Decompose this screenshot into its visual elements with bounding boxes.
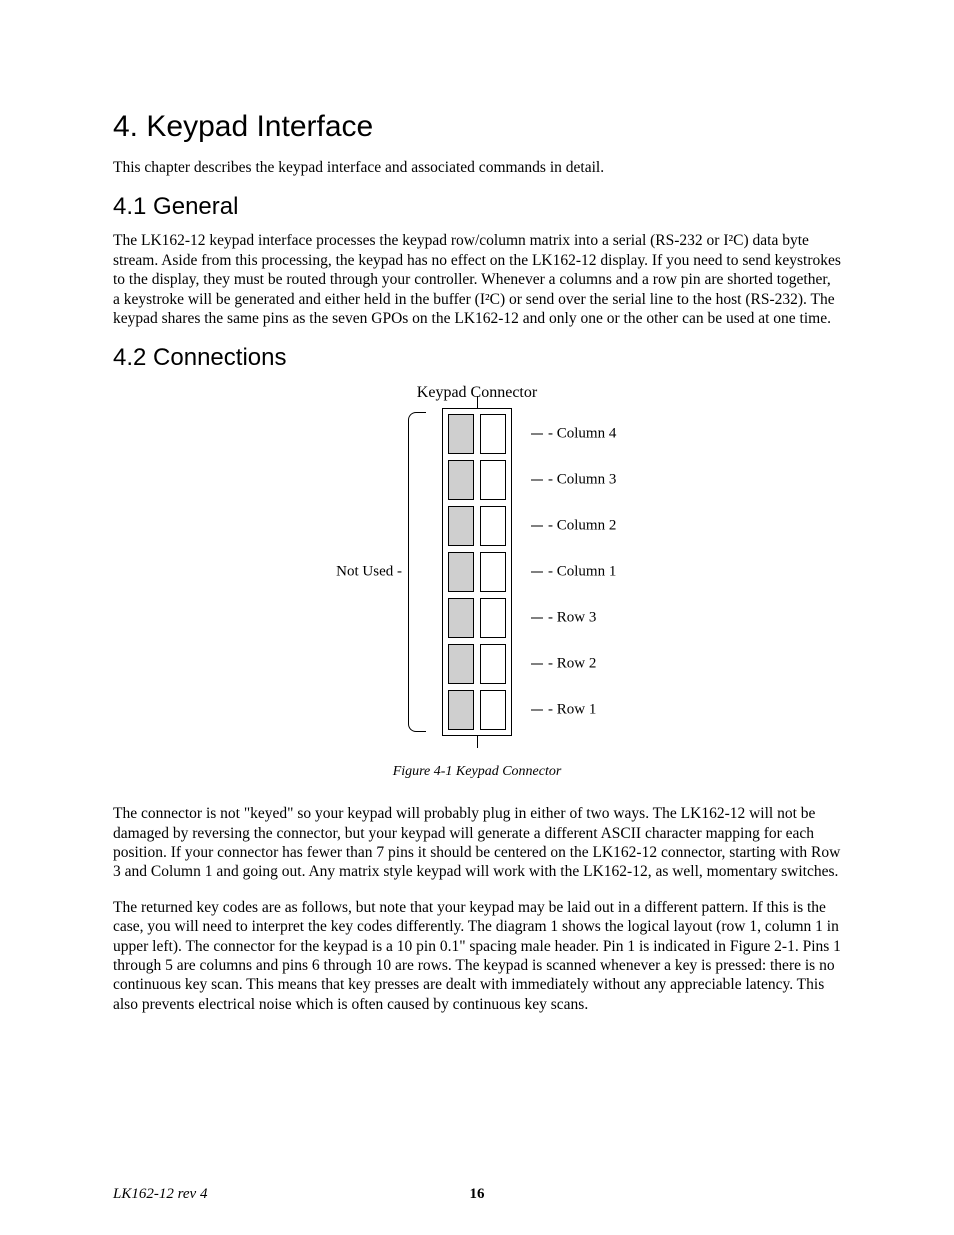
tick-icon — [531, 617, 543, 619]
pin-right — [480, 414, 506, 454]
pin-left — [448, 414, 474, 454]
tick-icon — [531, 479, 543, 481]
pin-left — [448, 506, 474, 546]
pin-left — [448, 598, 474, 638]
chapter-number: 4. — [113, 110, 138, 143]
connector-outline: Column 4 Column 3 Column 2 — [442, 408, 512, 736]
pin-label: Column 3 — [531, 472, 616, 489]
pin-left — [448, 460, 474, 500]
pin-right — [480, 460, 506, 500]
pin-label: Row 1 — [531, 702, 596, 719]
tick-icon — [531, 571, 543, 573]
section-title: General — [153, 193, 238, 220]
pin-right — [480, 644, 506, 684]
connections-paragraph-2: The returned key codes are as follows, b… — [113, 898, 841, 1014]
connections-paragraph-1: The connector is not "keyed" so your key… — [113, 804, 841, 882]
pin-right — [480, 506, 506, 546]
section-number: 4.1 — [113, 193, 146, 220]
pin-right — [480, 690, 506, 730]
section-4-1-heading: 4.1 General — [113, 193, 841, 221]
intro-paragraph: This chapter describes the keypad interf… — [113, 158, 841, 177]
page: 4. Keypad Interface This chapter describ… — [0, 0, 954, 1235]
pin-row: Column 2 — [445, 503, 509, 549]
figure-caption: Figure 4-1 Keypad Connector — [113, 764, 841, 780]
pin-row: Column 1 — [445, 549, 509, 595]
left-bracket-area: Not Used - — [317, 408, 442, 736]
pin-row: Column 3 — [445, 457, 509, 503]
connector-assembly: Not Used - Column 4 Colu — [442, 408, 512, 736]
pin-row: Row 2 — [445, 641, 509, 687]
pin-left — [448, 690, 474, 730]
pin-label: Column 4 — [531, 426, 616, 443]
tick-icon — [531, 709, 543, 711]
pin-label: Row 3 — [531, 610, 596, 627]
general-paragraph: The LK162-12 keypad interface processes … — [113, 231, 841, 328]
curly-bracket-icon — [408, 412, 426, 732]
pin-right — [480, 598, 506, 638]
pin-label: Column 1 — [531, 564, 616, 581]
top-tick-icon — [477, 396, 478, 408]
footer-page-number: 16 — [113, 1186, 841, 1203]
pin-row: Row 3 — [445, 595, 509, 641]
tick-icon — [531, 663, 543, 665]
section-number: 4.2 — [113, 344, 146, 371]
section-title: Connections — [153, 344, 286, 371]
pin-row: Row 1 — [445, 687, 509, 733]
diagram-wrapper: Keypad Connector Not Used - Column 4 — [417, 384, 537, 736]
pin-right — [480, 552, 506, 592]
section-4-2-heading: 4.2 Connections — [113, 344, 841, 372]
tick-icon — [531, 525, 543, 527]
not-used-label: Not Used - — [336, 564, 402, 581]
pin-left — [448, 552, 474, 592]
chapter-title: Keypad Interface — [146, 110, 373, 143]
page-footer: LK162-12 rev 4 16 — [113, 1186, 841, 1203]
pin-left — [448, 644, 474, 684]
chapter-heading: 4. Keypad Interface — [113, 110, 841, 144]
pin-row: Column 4 — [445, 411, 509, 457]
figure-keypad-connector: Keypad Connector Not Used - Column 4 — [113, 382, 841, 780]
tick-icon — [531, 433, 543, 435]
pin-label: Column 2 — [531, 518, 616, 535]
bottom-tick-icon — [477, 736, 478, 748]
pin-label: Row 2 — [531, 656, 596, 673]
